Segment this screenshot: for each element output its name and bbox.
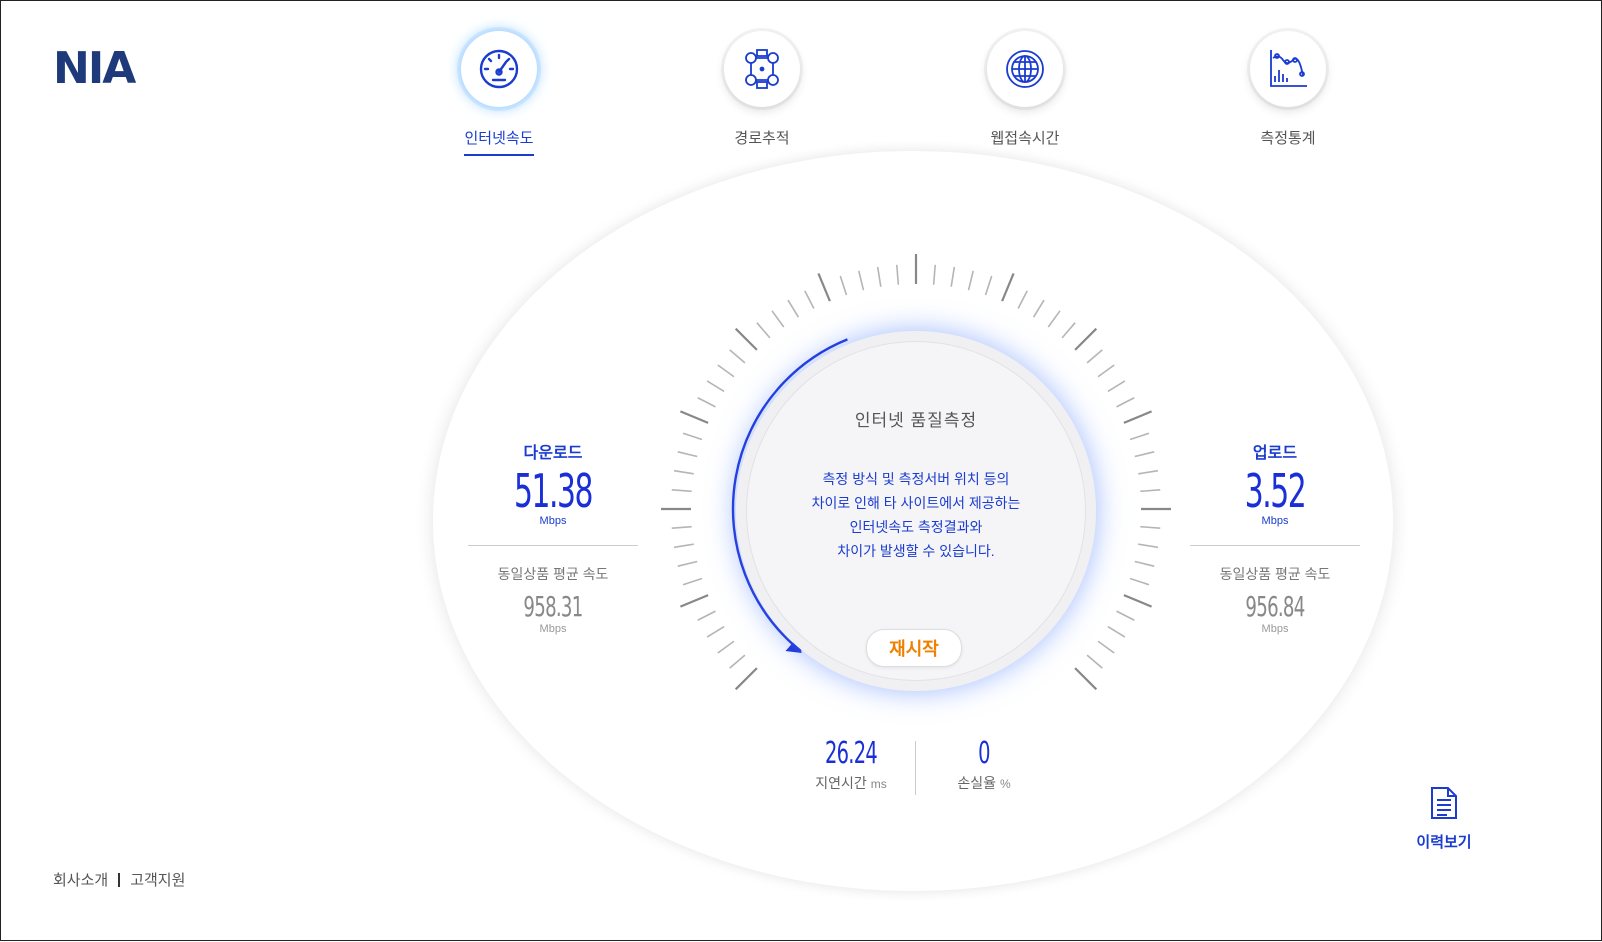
- footer-separator: [118, 873, 121, 887]
- gauge-tick: [1138, 469, 1159, 475]
- gauge-tick: [673, 543, 694, 549]
- gauge-tick: [673, 469, 694, 475]
- gauge-tick: [1001, 272, 1015, 302]
- notice-line: 차이가 발생할 수 있습니다.: [837, 543, 995, 559]
- footer-about-link[interactable]: 회사소개: [53, 872, 108, 889]
- gauge-tick: [895, 264, 900, 285]
- gauge-tick: [858, 270, 865, 291]
- gauge-tick: [1086, 349, 1103, 364]
- gauge-tick: [967, 270, 974, 291]
- gauge-tick: [1061, 322, 1076, 339]
- gauge-tick: [1129, 432, 1150, 441]
- gauge-tick: [876, 266, 882, 287]
- download-avg-value: 958.31: [523, 590, 583, 623]
- gauge-tick: [1107, 380, 1126, 393]
- gauge-tick: [697, 610, 716, 621]
- upload-avg-label: 동일상품 평균 속도: [1219, 566, 1331, 582]
- gauge-tick: [1074, 327, 1098, 351]
- loss-stat: 0 손실율%: [924, 736, 1044, 793]
- gauge-tick: [1097, 640, 1115, 654]
- gauge-tick: [1116, 610, 1135, 621]
- gauge-tick: [771, 310, 785, 328]
- restart-button[interactable]: 재시작: [866, 629, 962, 667]
- gauge-tick: [706, 380, 725, 393]
- gauge-tick: [839, 275, 848, 296]
- gauge-tick: [717, 364, 735, 378]
- gauge-tick: [1074, 667, 1098, 691]
- gauge-tick: [804, 290, 815, 309]
- gauge-tick: [1097, 364, 1115, 378]
- download-title: 다운로드: [523, 445, 583, 462]
- gauge-tick: [1140, 525, 1161, 530]
- gauge-tick: [1129, 577, 1150, 586]
- footer-support-link[interactable]: 고객지원: [130, 872, 185, 889]
- gauge-tick: [729, 654, 746, 669]
- divider: [1190, 545, 1360, 546]
- gauge-tick: [1123, 410, 1153, 424]
- gauge-tick: [984, 275, 993, 296]
- gauge-tick: [697, 397, 716, 408]
- latency-stat: 26.24 지연시간 ms: [791, 736, 911, 793]
- stat-divider: [915, 741, 916, 795]
- gauge-tick: [1138, 543, 1159, 549]
- upload-avg-value: 956.84: [1245, 590, 1305, 623]
- gauge-tick: [756, 322, 771, 339]
- gauge-tick: [677, 451, 698, 458]
- gauge-tick: [679, 410, 709, 424]
- notice-message: 측정 방식 및 측정서버 위치 등의 차이로 인해 타 사이트에서 제공하는 인…: [736, 467, 1096, 563]
- footer: 회사소개 고객지원: [53, 869, 185, 890]
- gauge-tick: [729, 349, 746, 364]
- gauge-tick: [1134, 560, 1155, 567]
- center-title: 인터넷 품질측정: [854, 411, 978, 430]
- download-stat: 다운로드 51.38 Mbps 동일상품 평균 속도 958.31 Mbps: [468, 439, 638, 635]
- notice-line: 인터넷속도 측정결과와: [849, 519, 983, 535]
- gauge-tick: [671, 525, 692, 530]
- gauge-tick: [787, 299, 800, 318]
- gauge-tick: [1123, 594, 1153, 608]
- gauge-tick: [679, 594, 709, 608]
- latency-label: 지연시간: [815, 775, 867, 791]
- gauge-tick: [717, 640, 735, 654]
- gauge-tick: [1032, 299, 1045, 318]
- loss-unit: %: [999, 777, 1011, 791]
- gauge-tick: [682, 432, 703, 441]
- latency-value: 26.24: [824, 736, 878, 771]
- gauge-tick: [950, 266, 956, 287]
- divider: [468, 545, 638, 546]
- gauge-tick: [734, 327, 758, 351]
- upload-stat: 업로드 3.52 Mbps 동일상품 평균 속도 956.84 Mbps: [1190, 439, 1360, 635]
- document-icon: [1431, 787, 1457, 819]
- download-avg-unit: Mbps: [539, 623, 567, 635]
- gauge-tick: [1017, 290, 1028, 309]
- upload-value: 3.52: [1244, 464, 1307, 518]
- gauge-tick: [932, 264, 937, 285]
- notice-line: 측정 방식 및 측정서버 위치 등의: [822, 471, 1010, 487]
- gauge-tick: [677, 560, 698, 567]
- gauge-tick: [734, 667, 758, 691]
- download-avg-label: 동일상품 평균 속도: [497, 566, 609, 582]
- loss-label: 손실율: [957, 775, 996, 791]
- gauge-tick: [817, 272, 831, 302]
- gauge-tick: [706, 625, 725, 638]
- gauge-tick: [1107, 625, 1126, 638]
- gauge-tick: [1047, 310, 1061, 328]
- upload-avg-unit: Mbps: [1261, 623, 1289, 635]
- history-button[interactable]: 이력보기: [1409, 786, 1479, 852]
- loss-value: 0: [978, 736, 990, 771]
- history-label: 이력보기: [1416, 834, 1472, 851]
- gauge-tick: [682, 577, 703, 586]
- gauge-tick: [1140, 488, 1161, 493]
- gauge-tick: [1116, 397, 1135, 408]
- latency-unit: ms: [870, 777, 887, 791]
- gauge-tick: [1086, 654, 1103, 669]
- gauge-tick: [671, 488, 692, 493]
- notice-line: 차이로 인해 타 사이트에서 제공하는: [811, 495, 1021, 511]
- gauge-tick: [1134, 451, 1155, 458]
- upload-title: 업로드: [1252, 445, 1298, 462]
- download-value: 51.38: [513, 464, 594, 518]
